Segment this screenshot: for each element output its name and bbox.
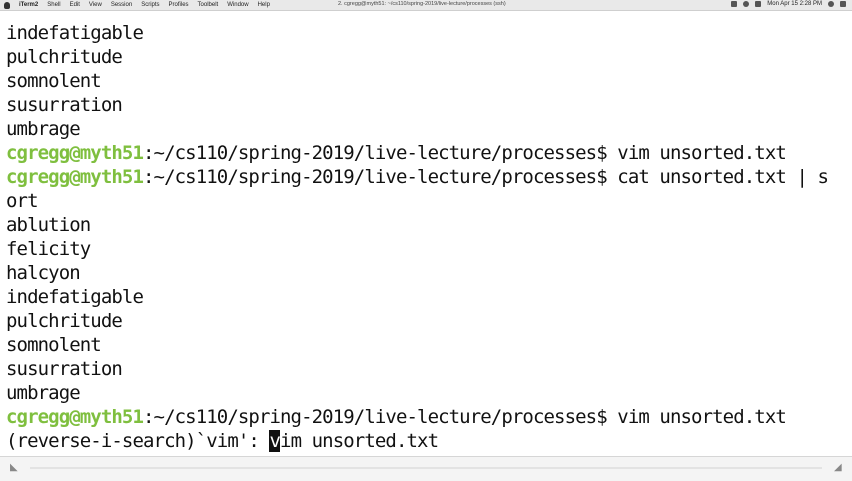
prompt-path: :~/cs110/spring-2019/live-lecture/proces… — [143, 406, 618, 428]
wifi-icon[interactable] — [743, 1, 750, 7]
menu-edit[interactable]: Edit — [70, 2, 80, 8]
output-line: pulchritude — [6, 46, 123, 68]
prompt-path: :~/cs110/spring-2019/live-lecture/proces… — [143, 142, 618, 164]
output-line: indefatigable — [6, 286, 144, 308]
dropbox-icon[interactable] — [731, 1, 738, 7]
menu-window[interactable]: Window — [227, 2, 248, 8]
output-line: pulchritude — [6, 310, 123, 332]
menu-scripts[interactable]: Scripts — [141, 2, 159, 8]
prompt-line: cgregg@myth51:~/cs110/spring-2019/live-l… — [6, 405, 787, 429]
output-line: somnolent — [6, 70, 102, 92]
terminal-output[interactable]: indefatigable pulchritude somnolent susu… — [0, 11, 852, 455]
output-line: ablution — [6, 214, 91, 236]
prompt-line: cgregg@myth51:~/cs110/spring-2019/live-l… — [6, 141, 787, 165]
menu-profiles[interactable]: Profiles — [169, 2, 189, 8]
text-cursor: v — [269, 430, 281, 452]
command-text: vim unsorted.txt — [617, 406, 787, 428]
output-line: somnolent — [6, 334, 102, 356]
command-text: vim unsorted.txt — [617, 142, 787, 164]
output-line: ort — [6, 190, 39, 212]
apple-icon[interactable] — [4, 1, 10, 9]
menu-app-name[interactable]: iTerm2 — [19, 2, 38, 8]
scroll-track[interactable] — [30, 467, 822, 469]
menu-toolbelt[interactable]: Toolbelt — [198, 2, 219, 8]
reverse-search-prefix: (reverse-i-search)`vim': — [6, 430, 270, 452]
output-line: susurration — [6, 358, 123, 380]
scroll-left-arrow-icon[interactable]: ◣ — [10, 463, 20, 473]
search-icon[interactable] — [828, 1, 834, 7]
window-title: 2. cgregg@myth51: ~/cs110/spring-2019/li… — [338, 1, 506, 7]
prompt-user: cgregg@myth51 — [6, 142, 144, 164]
menu-view[interactable]: View — [89, 2, 102, 8]
battery-icon[interactable] — [755, 1, 762, 7]
menu-shell[interactable]: Shell — [47, 2, 60, 8]
list-icon[interactable] — [840, 1, 846, 7]
reverse-search-line[interactable]: (reverse-i-search)`vim': vim unsorted.tx… — [6, 429, 439, 453]
output-line: felicity — [6, 238, 91, 260]
prompt-user: cgregg@myth51 — [6, 406, 144, 428]
clock[interactable]: Mon Apr 15 2:28 PM — [767, 1, 822, 7]
prompt-line: cgregg@myth51:~/cs110/spring-2019/live-l… — [6, 165, 829, 189]
status-area: Mon Apr 15 2:28 PM — [731, 1, 846, 7]
output-line: umbrage — [6, 118, 81, 140]
output-line: susurration — [6, 94, 123, 116]
output-line: indefatigable — [6, 22, 144, 44]
menu-bar: iTerm2 Shell Edit View Session Scripts P… — [0, 0, 852, 11]
command-text: cat unsorted.txt | s — [617, 166, 829, 188]
menu-session[interactable]: Session — [111, 2, 132, 8]
output-line: umbrage — [6, 382, 81, 404]
horizontal-scrollbar[interactable]: ◣ ◢ — [0, 456, 852, 481]
prompt-path: :~/cs110/spring-2019/live-lecture/proces… — [143, 166, 618, 188]
prompt-user: cgregg@myth51 — [6, 166, 144, 188]
scroll-right-arrow-icon[interactable]: ◢ — [834, 463, 844, 473]
reverse-search-match: im unsorted.txt — [280, 430, 439, 452]
menu-help[interactable]: Help — [258, 2, 270, 8]
output-line: halcyon — [6, 262, 81, 284]
